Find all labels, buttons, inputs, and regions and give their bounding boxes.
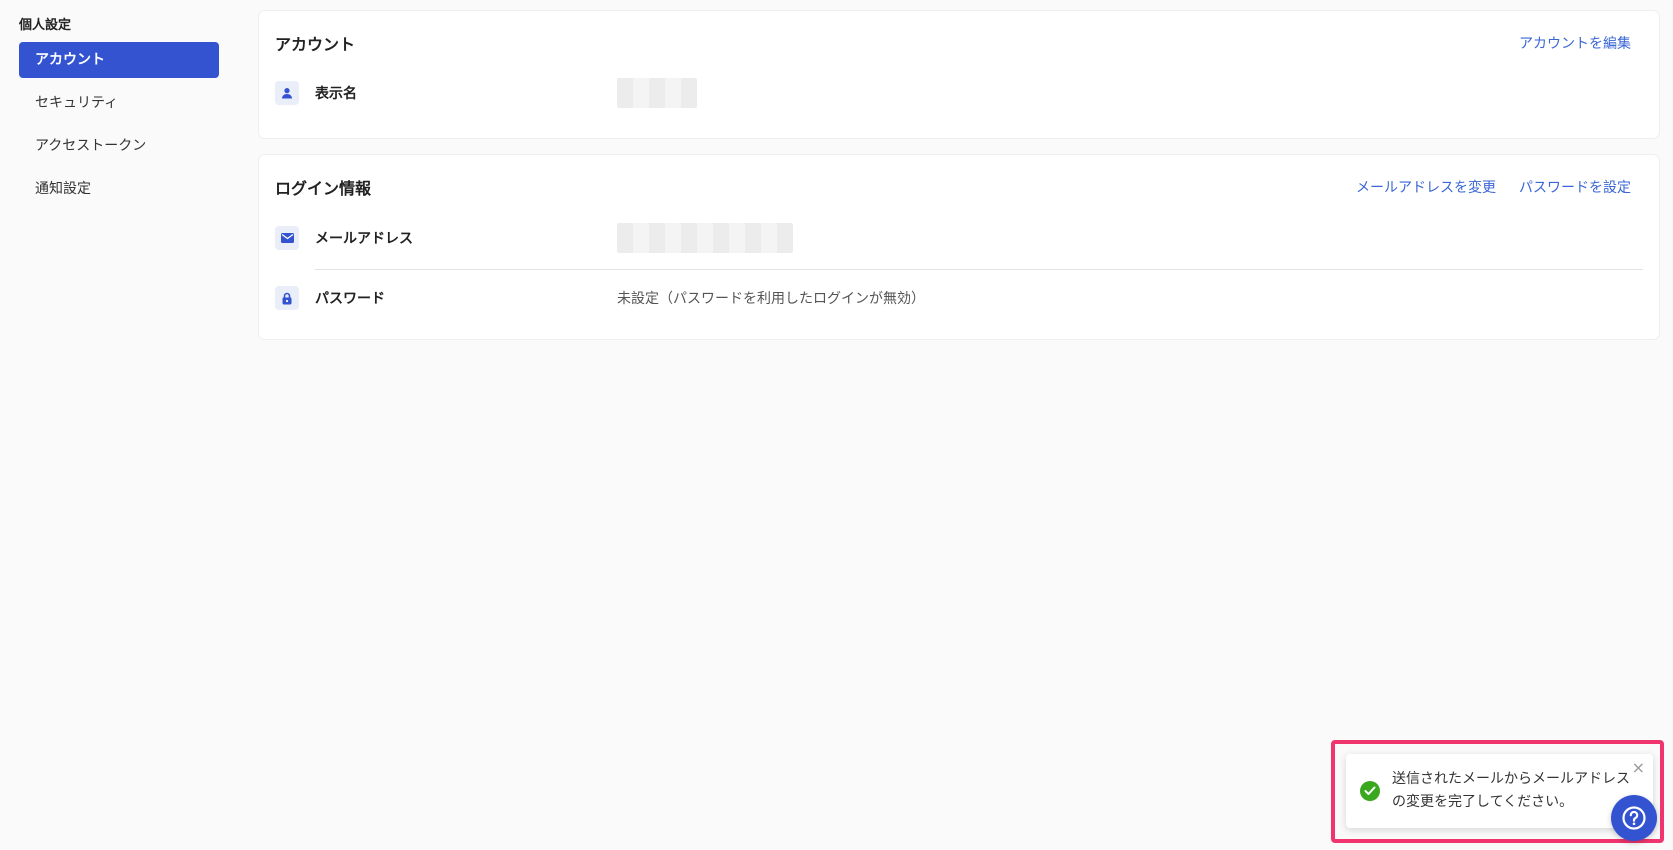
lock-icon xyxy=(275,286,299,310)
person-icon xyxy=(275,81,299,105)
sidebar-item-security[interactable]: セキュリティ xyxy=(19,85,219,121)
help-button[interactable] xyxy=(1611,795,1657,841)
password-row: パスワード 未設定（パスワードを利用したログインが無効） xyxy=(275,278,1643,318)
login-card-title: ログイン情報 xyxy=(275,179,372,198)
question-mark-icon xyxy=(1622,806,1646,830)
set-password-link[interactable]: パスワードを設定 xyxy=(1519,177,1631,197)
password-label: パスワード xyxy=(315,291,385,307)
success-toast: 送信されたメールからメールアドレス の変更を完了してください。 × xyxy=(1346,754,1653,828)
display-name-value-redacted xyxy=(617,78,697,108)
settings-sidebar: 個人設定 アカウント セキュリティ アクセストークン 通知設定 xyxy=(0,0,240,850)
email-value-redacted xyxy=(617,223,793,253)
change-email-link[interactable]: メールアドレスを変更 xyxy=(1356,177,1496,197)
account-card: アカウント アカウントを編集 表示名 xyxy=(259,11,1659,138)
toast-message-line2: の変更を完了してください。 xyxy=(1392,794,1574,810)
row-divider xyxy=(315,269,1643,270)
display-name-label: 表示名 xyxy=(315,86,357,102)
login-card-actions: メールアドレスを変更 パスワードを設定 xyxy=(1356,177,1631,197)
toast-message-line1: 送信されたメールからメールアドレス xyxy=(1392,771,1630,787)
close-icon[interactable]: × xyxy=(1632,760,1645,776)
check-circle-icon xyxy=(1360,781,1380,801)
sidebar-item-account[interactable]: アカウント xyxy=(19,42,219,78)
account-card-title: アカウント xyxy=(275,35,356,54)
email-label: メールアドレス xyxy=(315,231,413,247)
email-row: メールアドレス xyxy=(275,218,1643,258)
sidebar-item-notification-settings[interactable]: 通知設定 xyxy=(19,171,219,207)
mail-icon xyxy=(275,226,299,250)
toast-message: 送信されたメールからメールアドレス の変更を完了してください。 xyxy=(1392,768,1632,814)
sidebar-item-access-token[interactable]: アクセストークン xyxy=(19,128,219,164)
sidebar-title: 個人設定 xyxy=(19,18,72,33)
display-name-row: 表示名 xyxy=(275,73,1643,113)
login-info-card: ログイン情報 メールアドレスを変更 パスワードを設定 メールアドレス パスワード… xyxy=(259,155,1659,339)
account-card-actions: アカウントを編集 xyxy=(1519,33,1631,53)
edit-account-link[interactable]: アカウントを編集 xyxy=(1519,33,1631,53)
password-value: 未設定（パスワードを利用したログインが無効） xyxy=(617,291,925,307)
